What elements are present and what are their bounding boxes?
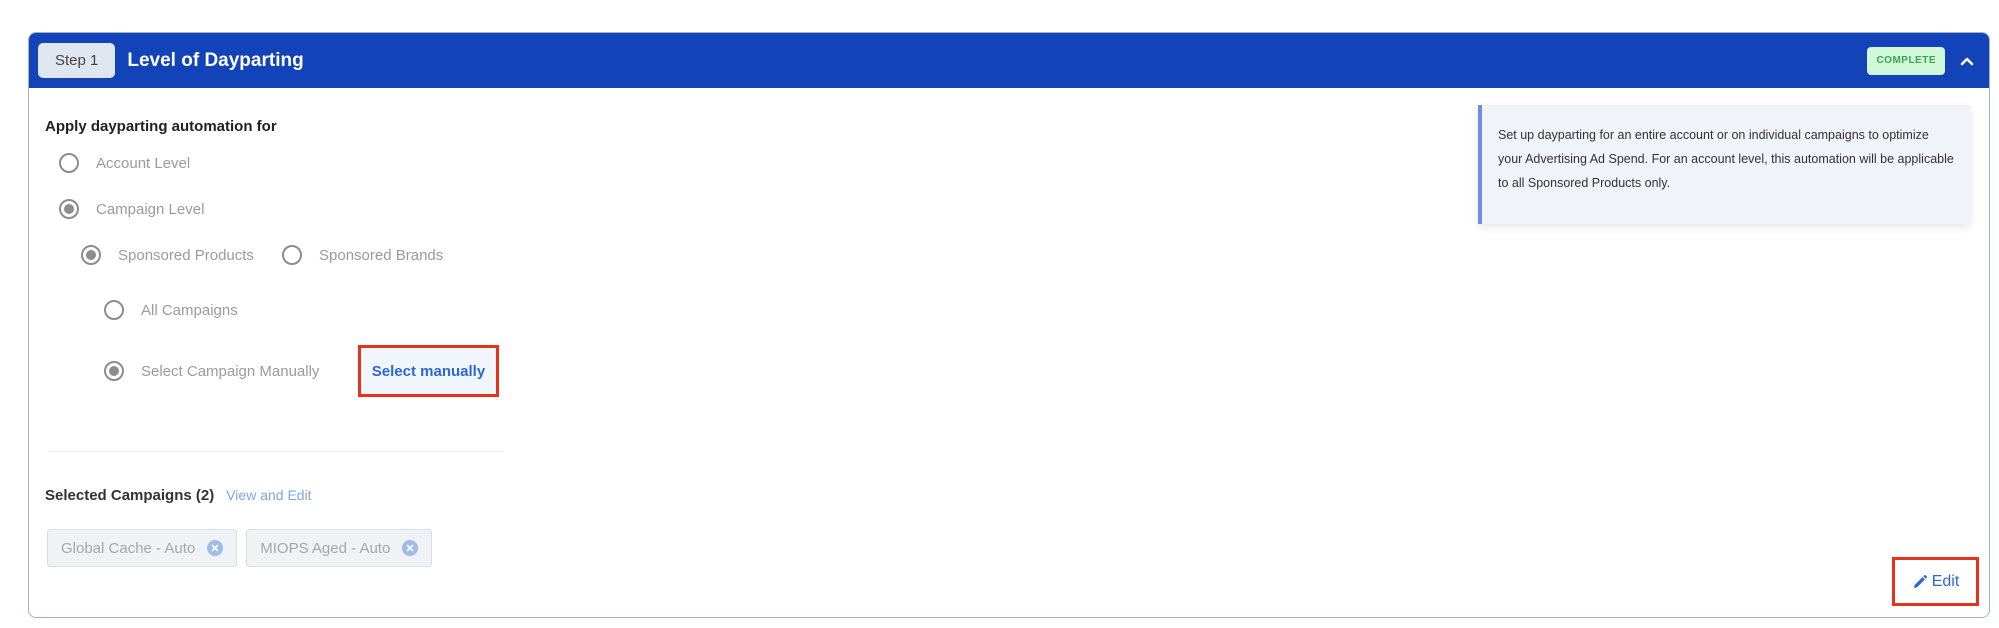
chevron-up-icon bbox=[1960, 57, 1974, 65]
radio-button[interactable] bbox=[81, 245, 101, 265]
radio-button[interactable] bbox=[59, 199, 79, 219]
selected-campaign-chips: Global Cache - Auto MIOPS Aged - Auto bbox=[47, 529, 433, 567]
section-title: Apply dayparting automation for bbox=[45, 118, 277, 135]
remove-circle-icon[interactable] bbox=[402, 540, 419, 556]
selected-campaigns-header: Selected Campaigns (2) View and Edit bbox=[45, 487, 312, 504]
remove-circle-icon[interactable] bbox=[207, 540, 224, 556]
radio-all-campaigns[interactable]: All Campaigns bbox=[104, 300, 238, 320]
radio-label: Select Campaign Manually bbox=[141, 362, 320, 380]
radio-label: Sponsored Products bbox=[118, 246, 254, 264]
radio-label: Account Level bbox=[96, 154, 191, 172]
chip-label: MIOPS Aged - Auto bbox=[260, 539, 391, 557]
radio-button[interactable] bbox=[104, 361, 124, 381]
radio-account-level[interactable]: Account Level bbox=[59, 153, 190, 173]
view-and-edit-link[interactable]: View and Edit bbox=[226, 487, 311, 503]
chip-label: Global Cache - Auto bbox=[61, 539, 196, 557]
status-badge: COMPLETE bbox=[1867, 46, 1945, 75]
step-badge: Step 1 bbox=[38, 43, 116, 78]
step-title: Level of Dayparting bbox=[127, 49, 304, 71]
radio-sponsored-brands[interactable]: Sponsored Brands bbox=[282, 245, 443, 265]
dayparting-step-card: Step 1 Level of Dayparting COMPLETE Appl… bbox=[28, 32, 1990, 618]
info-callout: Set up dayparting for an entire account … bbox=[1478, 105, 1970, 224]
select-manually-button[interactable]: Select manually bbox=[358, 345, 499, 397]
radio-sponsored-products[interactable]: Sponsored Products bbox=[81, 245, 254, 265]
collapse-button[interactable] bbox=[1945, 33, 1989, 88]
radio-label: All Campaigns bbox=[141, 301, 238, 319]
pencil-icon bbox=[1913, 574, 1927, 588]
radio-label: Campaign Level bbox=[96, 200, 205, 218]
edit-button[interactable]: Edit bbox=[1892, 557, 1979, 606]
radio-button[interactable] bbox=[282, 245, 302, 265]
radio-campaign-level[interactable]: Campaign Level bbox=[59, 199, 204, 219]
radio-button[interactable] bbox=[104, 300, 124, 320]
step-header[interactable]: Step 1 Level of Dayparting COMPLETE bbox=[29, 33, 1989, 88]
campaign-chip: Global Cache - Auto bbox=[47, 529, 238, 567]
radio-button[interactable] bbox=[59, 153, 79, 173]
edit-label: Edit bbox=[1931, 572, 1960, 590]
campaign-chip: MIOPS Aged - Auto bbox=[246, 529, 433, 567]
radio-label: Sponsored Brands bbox=[319, 246, 444, 264]
step-content: Apply dayparting automation for Account … bbox=[29, 88, 1989, 617]
radio-select-campaign-manually[interactable]: Select Campaign Manually bbox=[104, 361, 319, 381]
selected-campaigns-label: Selected Campaigns (2) bbox=[45, 487, 215, 504]
divider bbox=[48, 451, 504, 452]
